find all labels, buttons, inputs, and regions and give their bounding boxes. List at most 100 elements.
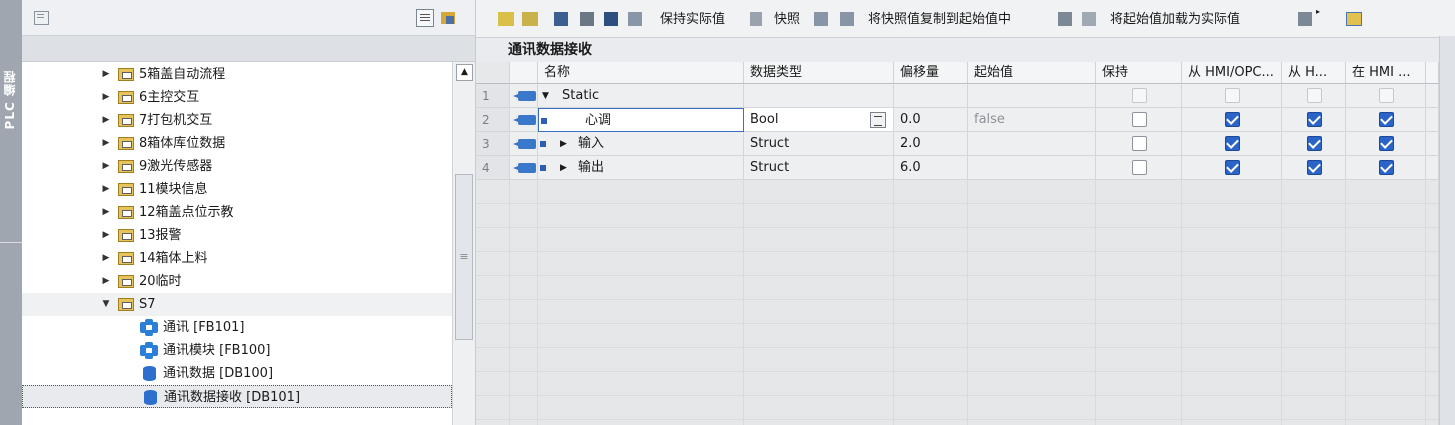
- expand-arrow-icon[interactable]: ▶: [101, 86, 111, 109]
- tree-item[interactable]: ▶ 6主控交互: [22, 86, 452, 109]
- writable-hmi-checkbox[interactable]: [1307, 160, 1322, 175]
- data-type-cell[interactable]: Bool: [744, 108, 894, 132]
- collapse-arrow-icon[interactable]: ▼: [542, 84, 549, 107]
- start-value-cell[interactable]: [968, 132, 1096, 156]
- header-writable-hmi[interactable]: 从 H...: [1282, 62, 1346, 84]
- start-value-cell[interactable]: false: [968, 108, 1096, 132]
- table-row[interactable]: 1 ▼ Static: [476, 84, 1439, 108]
- tree-item[interactable]: ▶ 7打包机交互: [22, 109, 452, 132]
- retain-checkbox[interactable]: [1132, 160, 1147, 175]
- add-row-icon[interactable]: [522, 12, 538, 26]
- writable-hmi-checkbox[interactable]: [1307, 136, 1322, 151]
- expand-arrow-icon[interactable]: ▶: [101, 224, 111, 247]
- writable-hmi-checkbox[interactable]: [1307, 112, 1322, 127]
- visible-in-hmi-checkbox[interactable]: [1379, 160, 1394, 175]
- snapshot-button[interactable]: 快照: [774, 10, 800, 30]
- data-type-cell[interactable]: [744, 84, 894, 108]
- expand-arrow-icon[interactable]: ▶: [560, 156, 567, 179]
- settings-icon[interactable]: [1346, 12, 1362, 26]
- expand-all-icon[interactable]: [554, 12, 568, 26]
- tree-item[interactable]: ▶ 9激光传感器: [22, 155, 452, 178]
- tree-item[interactable]: ▶ 11模块信息: [22, 178, 452, 201]
- header-visible-in-hmi[interactable]: 在 HMI ...: [1346, 62, 1426, 84]
- header-start-value[interactable]: 起始值: [968, 62, 1096, 84]
- name-cell[interactable]: ▶ 输入: [538, 132, 744, 156]
- tree-scrollbar[interactable]: ▲ ≡: [452, 62, 475, 425]
- scroll-up-button[interactable]: ▲: [456, 64, 473, 81]
- expand-arrow-icon[interactable]: ▶: [101, 201, 111, 224]
- tree-item-label: 20临时: [139, 274, 182, 289]
- tree-item[interactable]: 通讯模块 [FB100]: [22, 339, 452, 362]
- insert-row-icon[interactable]: [498, 12, 514, 26]
- load-start-all-icon[interactable]: [1082, 12, 1096, 26]
- expand-arrow-icon[interactable]: ▶: [101, 247, 111, 270]
- writable-hmi-checkbox[interactable]: [1307, 88, 1322, 103]
- load-start-as-actual-button[interactable]: 将起始值加载为实际值: [1110, 10, 1240, 30]
- collapse-all-icon[interactable]: [580, 12, 594, 26]
- tree-item[interactable]: ▶ 13报警: [22, 224, 452, 247]
- dropdown-tool-icon[interactable]: [1298, 12, 1312, 26]
- accessible-hmi-opc-checkbox[interactable]: [1225, 88, 1240, 103]
- accessible-hmi-opc-checkbox[interactable]: [1225, 160, 1240, 175]
- tree-item[interactable]: 通讯数据 [DB100]: [22, 362, 452, 385]
- expand-arrow-icon[interactable]: ▶: [560, 132, 567, 155]
- tree-overview-icon[interactable]: [32, 9, 50, 27]
- data-type-cell[interactable]: Struct: [744, 156, 894, 180]
- accessible-hmi-opc-checkbox[interactable]: [1225, 112, 1240, 127]
- tree-item[interactable]: ▶ 12箱盖点位示教: [22, 201, 452, 224]
- table-row[interactable]: 3 ▶ 输入 Struct 2.0: [476, 132, 1439, 156]
- name-cell[interactable]: 心调: [538, 108, 744, 132]
- keep-actual-values-button[interactable]: 保持实际值: [660, 10, 725, 30]
- name-cell[interactable]: ▶ 输出: [538, 156, 744, 180]
- tree-item-label: 13报警: [139, 228, 182, 243]
- snapshot-icon[interactable]: [750, 12, 762, 26]
- data-type-picker-icon[interactable]: [870, 112, 886, 128]
- monitor-icon[interactable]: [628, 12, 642, 26]
- accessible-hmi-opc-cell: [1182, 132, 1282, 156]
- copy-snapshot-icon[interactable]: [814, 12, 828, 26]
- grid-column-line: [476, 180, 510, 425]
- header-accessible-hmi-opc[interactable]: 从 HMI/OPC...: [1182, 62, 1282, 84]
- copy-snapshot-to-start-button[interactable]: 将快照值复制到起始值中: [868, 10, 1011, 30]
- name-cell[interactable]: ▼ Static: [538, 84, 744, 108]
- data-type-cell[interactable]: Struct: [744, 132, 894, 156]
- tree-item[interactable]: 通讯数据接收 [DB101]: [22, 385, 452, 408]
- table-row[interactable]: 2 心调 Bool 0.0 false: [476, 108, 1439, 132]
- header-data-type[interactable]: 数据类型: [744, 62, 894, 84]
- accessible-hmi-opc-cell: [1182, 156, 1282, 180]
- start-value-cell[interactable]: [968, 156, 1096, 180]
- tree-item[interactable]: ▶ 14箱体上料: [22, 247, 452, 270]
- load-start-icon[interactable]: [1058, 12, 1072, 26]
- expand-arrow-icon[interactable]: ▶: [101, 270, 111, 293]
- details-view-icon[interactable]: [416, 9, 434, 27]
- accessible-hmi-opc-checkbox[interactable]: [1225, 136, 1240, 151]
- header-name[interactable]: 名称: [538, 62, 744, 84]
- retain-checkbox[interactable]: [1132, 112, 1147, 127]
- scroll-thumb[interactable]: ≡: [455, 174, 473, 340]
- expand-arrow-icon[interactable]: ▶: [101, 63, 111, 86]
- tree-item[interactable]: ▶ 8箱体库位数据: [22, 132, 452, 155]
- tree-item[interactable]: ▼ S7: [22, 293, 452, 316]
- toolbar-more-arrow-icon[interactable]: ▸: [1316, 8, 1322, 16]
- structure-view-icon[interactable]: [604, 12, 618, 26]
- copy-snapshot-all-icon[interactable]: [840, 12, 854, 26]
- start-value-cell[interactable]: [968, 84, 1096, 108]
- expand-arrow-icon[interactable]: ▶: [101, 178, 111, 201]
- tree-item[interactable]: ▶ 5箱盖自动流程: [22, 63, 452, 86]
- header-offset[interactable]: 偏移量: [894, 62, 968, 84]
- expand-arrow-icon[interactable]: ▶: [101, 155, 111, 178]
- tree-item[interactable]: ▶ 20临时: [22, 270, 452, 293]
- retain-checkbox[interactable]: [1132, 136, 1147, 151]
- visible-in-hmi-checkbox[interactable]: [1379, 88, 1394, 103]
- collapse-arrow-icon[interactable]: ▼: [101, 293, 111, 316]
- visible-in-hmi-checkbox[interactable]: [1379, 112, 1394, 127]
- expand-arrow-icon[interactable]: ▶: [101, 109, 111, 132]
- header-retain[interactable]: 保持: [1096, 62, 1182, 84]
- tree-options-icon[interactable]: [440, 9, 458, 27]
- retain-checkbox[interactable]: [1132, 88, 1147, 103]
- expand-arrow-icon[interactable]: ▶: [101, 132, 111, 155]
- visible-in-hmi-checkbox[interactable]: [1379, 136, 1394, 151]
- plc-programming-side-tab[interactable]: PLC 编程: [0, 0, 22, 425]
- tree-item[interactable]: 通讯 [FB101]: [22, 316, 452, 339]
- table-row[interactable]: 4 ▶ 输出 Struct 6.0: [476, 156, 1439, 180]
